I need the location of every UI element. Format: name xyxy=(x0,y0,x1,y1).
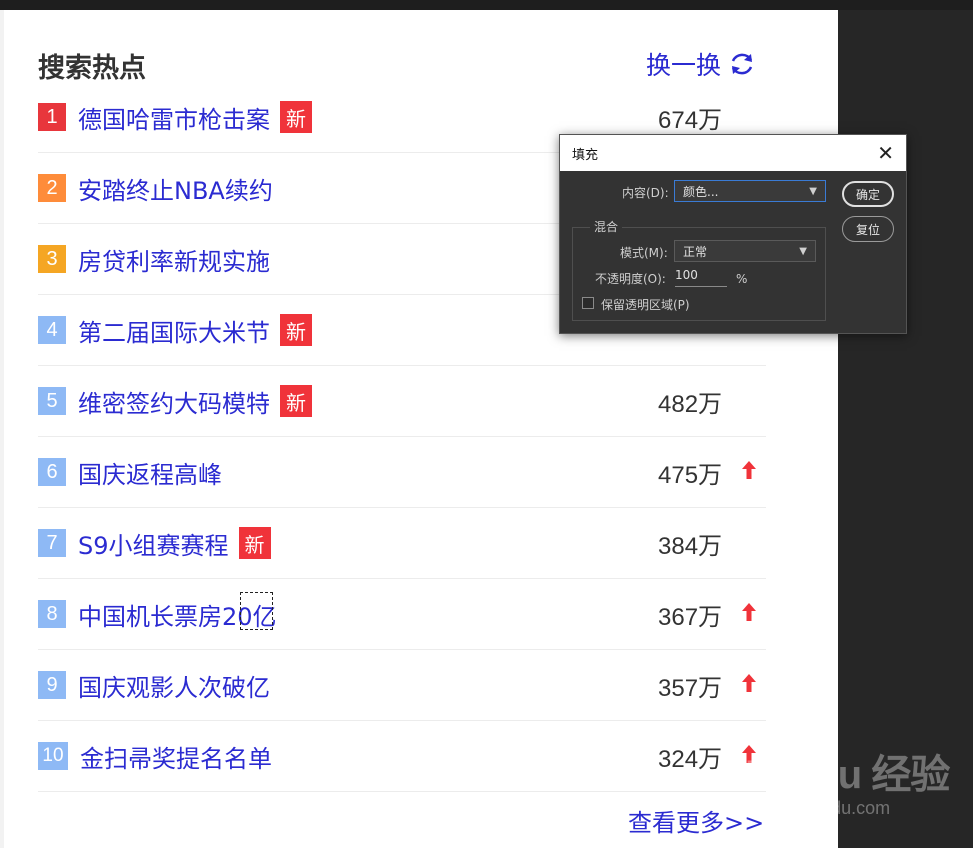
item-count: 384万 xyxy=(658,532,723,560)
dialog-title: 填充 xyxy=(572,147,599,163)
preserve-transparency-label: 保留透明区域(P) xyxy=(601,298,690,312)
item-count: 475万 xyxy=(658,461,723,489)
rank-badge: 6 xyxy=(38,458,66,486)
item-title[interactable]: S9小组赛赛程 xyxy=(78,526,229,561)
blend-group-label: 混合 xyxy=(590,218,623,235)
text-selection-marquee xyxy=(240,592,273,630)
canvas-edge xyxy=(0,10,4,848)
new-badge: 新 xyxy=(238,527,271,559)
item-count: 357万 xyxy=(658,674,723,702)
watermark-url: jingyan.baidu.com xyxy=(745,798,891,818)
rank-badge: 8 xyxy=(38,600,66,628)
watermark: Bai du 经验 jingyan.baidu.com xyxy=(745,742,950,819)
rank-badge: 5 xyxy=(38,387,66,415)
reset-button[interactable]: 复位 xyxy=(842,216,894,242)
item-title[interactable]: 维密签约大码模特 xyxy=(78,384,270,419)
ok-button[interactable]: 确定 xyxy=(842,181,894,207)
fill-dialog: 填充 ✕ 内容(D): 颜色... ▼ 混合 模式(M): 正常 ▼ 不透明度(… xyxy=(559,134,907,334)
item-title[interactable]: 国庆观影人次破亿 xyxy=(78,668,270,703)
rank-badge: 3 xyxy=(38,245,66,273)
item-title[interactable]: 房贷利率新规实施 xyxy=(78,242,270,277)
list-item[interactable]: 5 维密签约大码模特新 482万 xyxy=(38,366,766,437)
new-badge: 新 xyxy=(280,314,312,346)
new-badge: 新 xyxy=(280,385,312,417)
list-item[interactable]: 10 金扫帚奖提名名单 324万 xyxy=(38,721,766,792)
rank-badge: 9 xyxy=(38,671,66,699)
refresh-label: 换一换 xyxy=(646,51,722,80)
opacity-label: 不透明度(O): xyxy=(595,272,666,286)
refresh-button[interactable]: 换一换 xyxy=(646,46,757,82)
dialog-header: 填充 ✕ xyxy=(560,135,906,171)
trend-up-icon xyxy=(742,461,756,479)
item-title[interactable]: 金扫帚奖提名名单 xyxy=(80,739,272,774)
item-title[interactable]: 第二届国际大米节 xyxy=(78,313,270,348)
rank-badge: 7 xyxy=(38,529,66,557)
watermark-logo: Bai du 经验 xyxy=(745,753,950,797)
rank-badge: 2 xyxy=(38,174,66,202)
content-value: 颜色... xyxy=(683,184,719,199)
list-item[interactable]: 8 中国机长票房20亿 367万 xyxy=(38,579,766,650)
trend-up-icon xyxy=(742,603,756,621)
see-more-link[interactable]: 查看更多>> xyxy=(628,803,764,838)
item-title[interactable]: 国庆返程高峰 xyxy=(78,455,222,490)
trend-up-icon xyxy=(742,674,756,692)
item-count: 367万 xyxy=(658,603,723,631)
content-label: 内容(D): xyxy=(622,186,669,200)
content-select[interactable]: 颜色... ▼ xyxy=(674,180,826,202)
mode-select[interactable]: 正常 ▼ xyxy=(674,240,816,262)
item-count: 482万 xyxy=(658,390,723,418)
rank-badge: 10 xyxy=(38,742,68,770)
preserve-transparency-checkbox[interactable] xyxy=(582,297,594,309)
top-bar xyxy=(0,0,973,10)
opacity-unit: % xyxy=(736,272,748,286)
mode-label: 模式(M): xyxy=(620,246,668,260)
item-count: 674万 xyxy=(658,106,723,134)
close-icon[interactable]: ✕ xyxy=(877,143,894,163)
chevron-down-icon: ▼ xyxy=(809,185,817,197)
list-item[interactable]: 7 S9小组赛赛程新 384万 xyxy=(38,508,766,579)
item-title[interactable]: 安踏终止NBA续约 xyxy=(78,171,273,206)
item-count: 324万 xyxy=(658,745,723,773)
rank-badge: 1 xyxy=(38,103,66,131)
item-title[interactable]: 德国哈雷市枪击案 xyxy=(78,100,270,135)
list-item[interactable]: 9 国庆观影人次破亿 357万 xyxy=(38,650,766,721)
rank-badge: 4 xyxy=(38,316,66,344)
panel-title: 搜索热点 xyxy=(38,53,146,84)
mode-value: 正常 xyxy=(683,244,708,259)
new-badge: 新 xyxy=(280,101,312,133)
list-item[interactable]: 6 国庆返程高峰 475万 xyxy=(38,437,766,508)
chevron-down-icon: ▼ xyxy=(799,245,807,257)
refresh-icon xyxy=(731,53,753,75)
opacity-input[interactable]: 100 xyxy=(675,268,727,287)
